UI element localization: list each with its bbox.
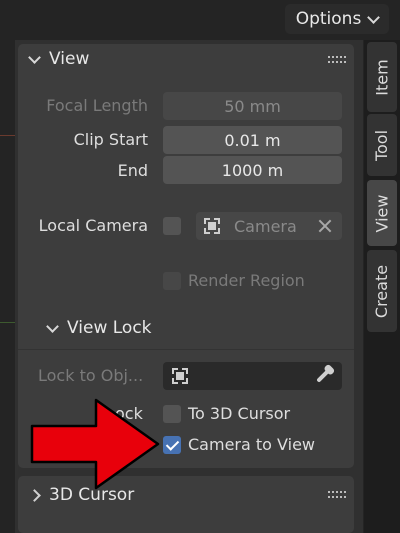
- clip-end-label: End: [117, 161, 148, 180]
- tab-create[interactable]: Create: [367, 250, 397, 332]
- local-camera-checkbox[interactable]: [163, 217, 181, 235]
- lock-to-object-label: Lock to Obj...: [38, 366, 144, 385]
- object-icon: [172, 368, 188, 384]
- clip-end-field[interactable]: 1000 m: [163, 156, 342, 184]
- view-lock-title: View Lock: [67, 318, 152, 338]
- render-region-label: Render Region: [188, 271, 305, 290]
- tab-view-label: View: [372, 194, 392, 232]
- drag-handle-icon[interactable]: [328, 56, 346, 64]
- render-region-checkbox[interactable]: [163, 272, 181, 290]
- chevron-down-icon: [367, 10, 381, 24]
- lock-to-object-field[interactable]: [163, 362, 342, 390]
- chevron-down-icon: [46, 319, 59, 333]
- clip-start-label: Clip Start: [73, 130, 148, 149]
- tab-view[interactable]: View: [367, 180, 397, 246]
- tab-tool[interactable]: Tool: [367, 114, 397, 176]
- close-icon[interactable]: [318, 219, 332, 233]
- red-arrow-annotation: [30, 398, 160, 490]
- tab-item[interactable]: Item: [367, 42, 397, 112]
- view-section-header[interactable]: View: [28, 49, 90, 69]
- camera-to-view-checkbox[interactable]: [163, 436, 181, 454]
- view-section-title: View: [49, 49, 90, 69]
- clip-start-field[interactable]: 0.01 m: [163, 126, 342, 154]
- focal-length-field[interactable]: 50 mm: [163, 92, 342, 120]
- x-axis-line: [0, 135, 16, 136]
- view-lock-header[interactable]: View Lock: [46, 318, 152, 338]
- chevron-down-icon: [28, 50, 41, 64]
- options-label: Options: [295, 9, 362, 29]
- chevron-right-icon: [28, 488, 41, 502]
- focal-length-label: Focal Length: [46, 96, 148, 115]
- tab-tool-label: Tool: [372, 129, 392, 161]
- y-axis-line: [0, 322, 16, 323]
- tab-item-label: Item: [372, 58, 392, 96]
- options-dropdown[interactable]: Options: [285, 4, 389, 34]
- drag-handle-icon[interactable]: [328, 491, 346, 499]
- local-camera-label: Local Camera: [38, 216, 148, 235]
- lock-to-3d-cursor-checkbox[interactable]: [163, 405, 181, 423]
- tab-create-label: Create: [372, 264, 392, 318]
- camera-object-placeholder: Camera: [234, 216, 297, 236]
- divider: [18, 349, 354, 350]
- camera-to-view-label: Camera to View: [188, 435, 315, 454]
- lock-to-3d-cursor-label: To 3D Cursor: [188, 404, 291, 423]
- camera-object-icon: [204, 218, 220, 234]
